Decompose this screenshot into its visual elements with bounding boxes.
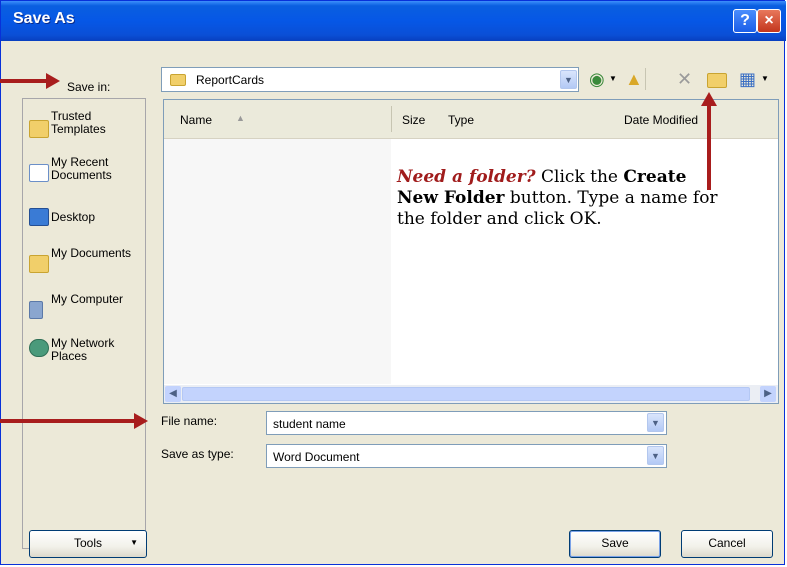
place-label: Trusted Templates xyxy=(51,109,106,136)
scrollbar-thumb[interactable] xyxy=(182,387,750,401)
cancel-button[interactable]: Cancel xyxy=(681,530,773,558)
file-list[interactable]: Name ▲ Size Type Date Modified ◀ ▶ xyxy=(163,99,779,404)
recent-documents-icon xyxy=(29,164,49,182)
chevron-down-icon: ▼ xyxy=(130,538,138,547)
delete-icon[interactable]: ✕ xyxy=(677,70,692,88)
help-button[interactable]: ? xyxy=(733,9,757,33)
arrow-to-new-folder xyxy=(707,106,711,190)
file-list-header: Name ▲ Size Type Date Modified xyxy=(164,100,778,139)
save-in-value: ReportCards xyxy=(196,73,265,87)
horizontal-scrollbar[interactable]: ◀ ▶ xyxy=(164,385,778,403)
arrow-head xyxy=(134,413,148,429)
column-separator[interactable] xyxy=(391,106,392,132)
place-desktop[interactable]: Desktop xyxy=(29,208,143,226)
views-dropdown-icon[interactable]: ▼ xyxy=(761,74,769,83)
save-as-type-select[interactable]: Word Document ▼ xyxy=(266,444,667,468)
chevron-down-icon[interactable]: ▼ xyxy=(647,413,664,432)
place-trusted-templates[interactable]: Trusted Templates xyxy=(29,110,143,140)
arrow-head xyxy=(701,92,717,106)
save-as-dialog: Save As ? × Save in: ReportCards ▼ ◉ ▼ ▲… xyxy=(0,0,786,565)
column-header-date-modified[interactable]: Date Modified xyxy=(624,113,698,127)
close-icon: × xyxy=(764,12,774,29)
place-label: My Computer xyxy=(51,292,124,306)
scroll-right-icon[interactable]: ▶ xyxy=(760,386,776,402)
back-dropdown-icon[interactable]: ▼ xyxy=(609,74,617,83)
places-bar: Trusted Templates My Recent Documents De… xyxy=(22,98,146,549)
folder-icon xyxy=(29,120,49,138)
desktop-icon xyxy=(29,208,49,226)
file-name-input[interactable]: student name ▼ xyxy=(266,411,667,435)
save-as-type-label: Save as type: xyxy=(161,447,234,461)
arrow-to-save-in xyxy=(0,79,48,83)
place-label: My Network Places xyxy=(51,336,115,363)
file-name-label: File name: xyxy=(161,414,218,428)
help-icon: ? xyxy=(740,12,750,29)
place-my-network-places[interactable]: My Network Places xyxy=(29,337,143,369)
scroll-left-icon[interactable]: ◀ xyxy=(165,386,181,402)
column-header-name[interactable]: Name xyxy=(180,113,212,127)
place-my-computer[interactable]: My Computer xyxy=(29,293,143,325)
tools-button[interactable]: Tools ▼ xyxy=(29,530,147,558)
cancel-label: Cancel xyxy=(708,536,746,550)
tools-label: Tools xyxy=(73,536,102,550)
close-button[interactable]: × xyxy=(757,9,781,33)
up-folder-icon[interactable]: ▲ xyxy=(625,70,643,88)
place-label: My Documents xyxy=(51,246,132,260)
place-label: Desktop xyxy=(51,210,96,224)
my-documents-icon xyxy=(29,255,49,273)
computer-icon xyxy=(29,301,43,319)
toolbar-separator xyxy=(645,68,646,90)
place-my-documents[interactable]: My Documents xyxy=(29,247,143,279)
name-column-area xyxy=(164,139,391,384)
chevron-down-icon[interactable]: ▼ xyxy=(647,446,664,465)
network-icon xyxy=(29,339,49,357)
chevron-down-icon[interactable]: ▼ xyxy=(560,70,577,89)
views-icon[interactable]: ▦ xyxy=(739,70,756,88)
instruction-note: Need a folder? Click the Create New Fold… xyxy=(397,167,727,230)
arrow-head xyxy=(46,73,60,89)
sort-ascending-icon: ▲ xyxy=(236,113,245,123)
save-in-label: Save in: xyxy=(67,80,111,94)
save-label: Save xyxy=(601,536,629,550)
back-icon[interactable]: ◉ xyxy=(589,70,605,88)
new-folder-icon[interactable] xyxy=(707,73,727,88)
column-header-size[interactable]: Size xyxy=(402,113,425,127)
dialog-title: Save As xyxy=(13,10,75,27)
column-header-type[interactable]: Type xyxy=(448,113,474,127)
save-as-type-value: Word Document xyxy=(273,450,360,464)
save-in-dropdown[interactable]: ReportCards ▼ xyxy=(161,67,579,92)
folder-icon xyxy=(170,74,186,86)
file-name-value: student name xyxy=(273,417,346,431)
note-lead: Need a folder? xyxy=(397,167,536,187)
save-button[interactable]: Save xyxy=(569,530,661,558)
note-text-1: Click the xyxy=(535,167,624,187)
place-my-recent-documents[interactable]: My Recent Documents xyxy=(29,156,143,186)
place-label: My Recent Documents xyxy=(51,155,112,182)
title-bar[interactable]: Save As ? × xyxy=(1,1,786,41)
arrow-to-file-name xyxy=(0,419,136,423)
